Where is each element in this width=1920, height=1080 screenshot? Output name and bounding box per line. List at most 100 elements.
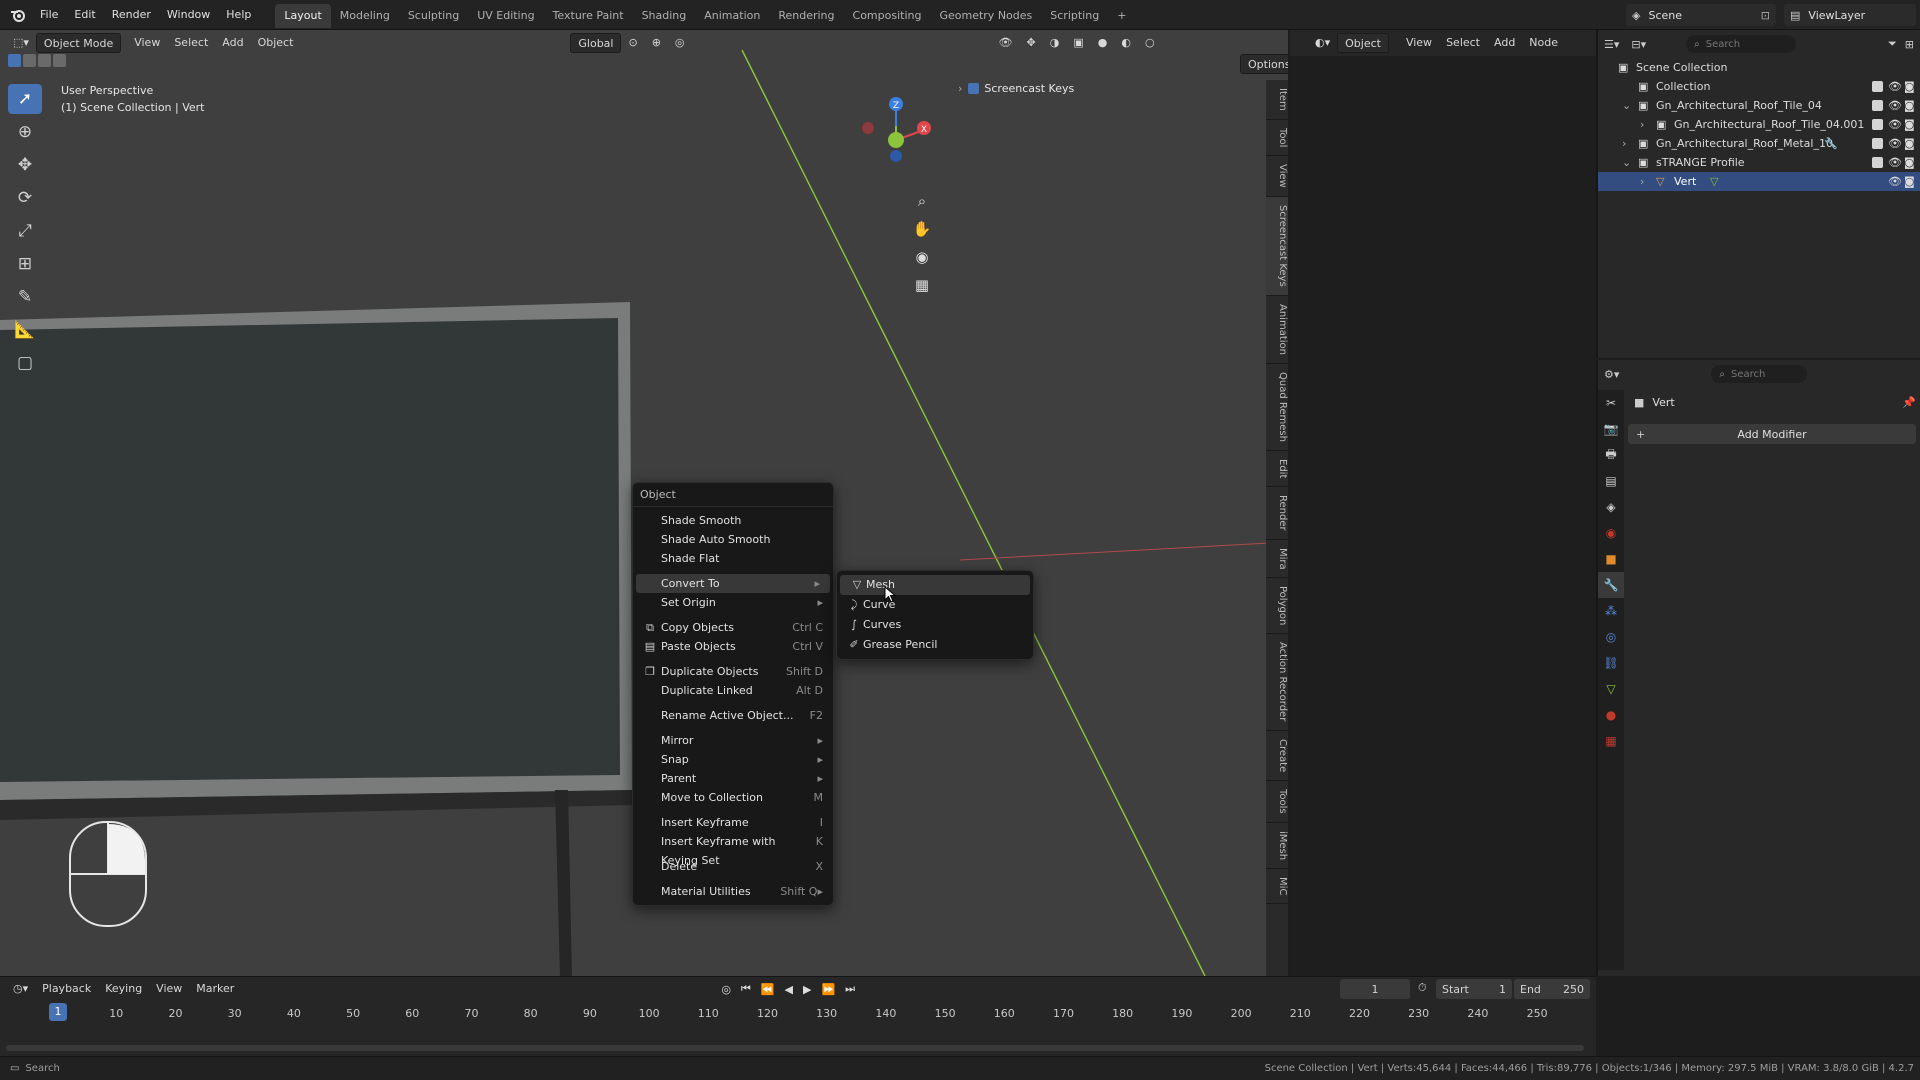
node-mode-dropdown[interactable]: Object xyxy=(1337,33,1389,53)
menu-item-parent[interactable]: Parent ▸ xyxy=(633,769,833,788)
sidebar-tab-action-recorder[interactable]: Action Recorder xyxy=(1266,634,1288,731)
output-tab-icon[interactable]: 🖶 xyxy=(1598,442,1624,468)
sidebar-tab-imesh[interactable]: iMesh xyxy=(1266,823,1288,869)
shading-material-icon[interactable]: ◐ xyxy=(1114,33,1138,53)
sidebar-tab-quad-remesh[interactable]: Quad Remesh xyxy=(1266,364,1288,451)
filter-icon[interactable]: ⏷ xyxy=(1888,37,1897,51)
outliner-search-input[interactable]: ⌕ Search xyxy=(1686,35,1797,53)
checkbox-icon[interactable] xyxy=(968,83,980,94)
tab-modeling[interactable]: Modeling xyxy=(331,4,399,28)
view-layer-tab-icon[interactable]: ▤ xyxy=(1598,468,1624,494)
shading-solid-icon[interactable]: ● xyxy=(1091,33,1115,53)
sidebar-tab-view[interactable]: View xyxy=(1266,156,1288,197)
node-menu-select[interactable]: Select xyxy=(1439,33,1487,53)
chevron-right-icon[interactable]: › xyxy=(1622,134,1626,153)
render-tab-icon[interactable]: 📷 xyxy=(1598,416,1624,442)
outliner-row-strange-profile[interactable]: ⌄ ▣ sTRANGE Profile 👁 ◙ xyxy=(1598,153,1920,172)
eye-icon[interactable]: 👁 xyxy=(1888,172,1902,191)
outliner-row-roof-tile-04[interactable]: ⌄ ▣ Gn_Architectural_Roof_Tile_04 👁 ◙ xyxy=(1598,96,1920,115)
menu-item-mirror[interactable]: Mirror ▸ xyxy=(633,731,833,750)
pin-icon[interactable]: ⊡ xyxy=(1761,9,1770,22)
screencast-keys-toggle[interactable]: › Screencast Keys xyxy=(958,82,1074,95)
tool-tab-icon[interactable]: ✂ xyxy=(1598,390,1624,416)
submenu-item-grease-pencil[interactable]: ✐ Grease Pencil xyxy=(837,635,1033,655)
scene-tab-icon[interactable]: ◈ xyxy=(1598,494,1624,520)
eye-icon[interactable]: 👁 xyxy=(1888,153,1902,172)
menu-item-insert-keyframe[interactable]: Insert Keyframe I xyxy=(633,813,833,832)
camera-render-icon[interactable]: ◙ xyxy=(1904,96,1915,115)
tab-shading[interactable]: Shading xyxy=(633,4,696,28)
node-menu-node[interactable]: Node xyxy=(1522,33,1565,53)
tab-texture-paint[interactable]: Texture Paint xyxy=(544,4,633,28)
exclude-checkbox[interactable] xyxy=(1872,81,1883,92)
camera-render-icon[interactable]: ◙ xyxy=(1904,172,1915,191)
submenu-item-mesh[interactable]: ▽ Mesh xyxy=(840,575,1030,595)
menu-item-move-to-collection[interactable]: Move to Collection M xyxy=(633,788,833,807)
tab-uv-editing[interactable]: UV Editing xyxy=(468,4,543,28)
outliner-editor-icon[interactable]: ☰▾ xyxy=(1604,38,1619,51)
submenu-item-curves[interactable]: ∫ Curves xyxy=(837,615,1033,635)
tab-layout[interactable]: Layout xyxy=(275,3,331,28)
sidebar-tab-tool[interactable]: Tool xyxy=(1266,120,1288,157)
menu-item-insert-keyframe-keying-set[interactable]: Insert Keyframe with Keying Set K xyxy=(633,832,833,867)
transform-tool-icon[interactable]: ⊞ xyxy=(8,249,42,279)
pan-hand-icon[interactable]: ✋ xyxy=(912,220,932,248)
scale-tool-icon[interactable]: ⤢ xyxy=(8,216,42,246)
data-tab-icon[interactable]: ▽ xyxy=(1598,676,1624,702)
pin-icon[interactable]: 📌 xyxy=(1902,396,1916,409)
chevron-down-icon[interactable]: ⌄ xyxy=(1622,153,1631,172)
transform-orientation-dropdown[interactable]: Global xyxy=(570,33,622,53)
tab-scripting[interactable]: Scripting xyxy=(1041,4,1108,28)
shading-rendered-icon[interactable]: ○ xyxy=(1138,33,1162,53)
menu-item-snap[interactable]: Snap ▸ xyxy=(633,750,833,769)
submenu-item-curve[interactable]: ⤸ Curve xyxy=(837,595,1033,615)
xray-icon[interactable]: ▣ xyxy=(1066,33,1090,53)
tab-animation[interactable]: Animation xyxy=(695,4,769,28)
eye-icon[interactable]: 👁 xyxy=(1888,134,1902,153)
menu-add[interactable]: Add xyxy=(215,33,250,53)
select-box-tool-icon[interactable]: ➚ xyxy=(8,84,42,114)
menu-file[interactable]: File xyxy=(32,0,66,30)
sidebar-tab-item[interactable]: Item xyxy=(1266,80,1288,120)
menu-item-set-origin[interactable]: Set Origin ▸ xyxy=(633,593,833,612)
menu-item-convert-to[interactable]: Convert To ▸ xyxy=(636,574,830,593)
node-menu-view[interactable]: View xyxy=(1399,33,1439,53)
menu-object[interactable]: Object xyxy=(251,33,301,53)
gizmo-toggle-icon[interactable]: ✥ xyxy=(1020,33,1043,53)
camera-render-icon[interactable]: ◙ xyxy=(1904,77,1915,96)
outliner-row-scene-collection[interactable]: ▣ Scene Collection xyxy=(1598,58,1920,77)
tab-sculpting[interactable]: Sculpting xyxy=(399,4,468,28)
menu-help[interactable]: Help xyxy=(218,0,259,30)
frame-cursor[interactable]: 1 xyxy=(49,1003,67,1021)
3d-viewport[interactable]: ⬚▾ Object Mode View Select Add Object Gl… xyxy=(0,30,1288,976)
annotate-tool-icon[interactable]: ✎ xyxy=(8,282,42,312)
exclude-checkbox[interactable] xyxy=(1872,138,1883,149)
menu-select[interactable]: Select xyxy=(167,33,215,53)
camera-render-icon[interactable]: ◙ xyxy=(1904,134,1915,153)
eye-icon[interactable]: 👁 xyxy=(1888,115,1902,134)
sidebar-tab-mira[interactable]: Mira xyxy=(1266,540,1288,579)
outliner-row-roof-metal-10[interactable]: › ▣ Gn_Architectural_Roof_Metal_10 🔧 👁 ◙ xyxy=(1598,134,1920,153)
constraints-tab-icon[interactable]: ⛓ xyxy=(1598,650,1624,676)
menu-edit[interactable]: Edit xyxy=(66,0,103,30)
tab-compositing[interactable]: Compositing xyxy=(844,4,931,28)
menu-render[interactable]: Render xyxy=(104,0,159,30)
camera-render-icon[interactable]: ◙ xyxy=(1904,115,1915,134)
chevron-right-icon[interactable]: › xyxy=(1640,172,1644,191)
zoom-icon[interactable]: ⌕ xyxy=(912,192,932,220)
outliner-row-vert[interactable]: › ▽ Vert ▽ 👁 ◙ xyxy=(1598,172,1920,191)
sidebar-tab-screencast-keys[interactable]: Screencast Keys xyxy=(1266,196,1288,296)
menu-item-shade-flat[interactable]: Shade Flat xyxy=(633,549,833,568)
ortho-grid-icon[interactable]: ▦ xyxy=(912,276,932,304)
add-cube-tool-icon[interactable]: ▢ xyxy=(8,348,42,378)
sidebar-tab-create[interactable]: Create xyxy=(1266,731,1288,782)
menu-item-delete[interactable]: Delete X xyxy=(633,857,833,876)
modifier-tab-icon[interactable]: 🔧 xyxy=(1598,572,1624,598)
menu-window[interactable]: Window xyxy=(159,0,218,30)
particles-tab-icon[interactable]: ⁂ xyxy=(1598,598,1624,624)
move-tool-icon[interactable]: ✥ xyxy=(8,150,42,180)
sidebar-tab-render[interactable]: Render xyxy=(1266,487,1288,540)
physics-tab-icon[interactable]: ◎ xyxy=(1598,624,1624,650)
menu-item-copy-objects[interactable]: ⧉ Copy Objects Ctrl C xyxy=(633,618,833,637)
node-menu-add[interactable]: Add xyxy=(1487,33,1522,53)
